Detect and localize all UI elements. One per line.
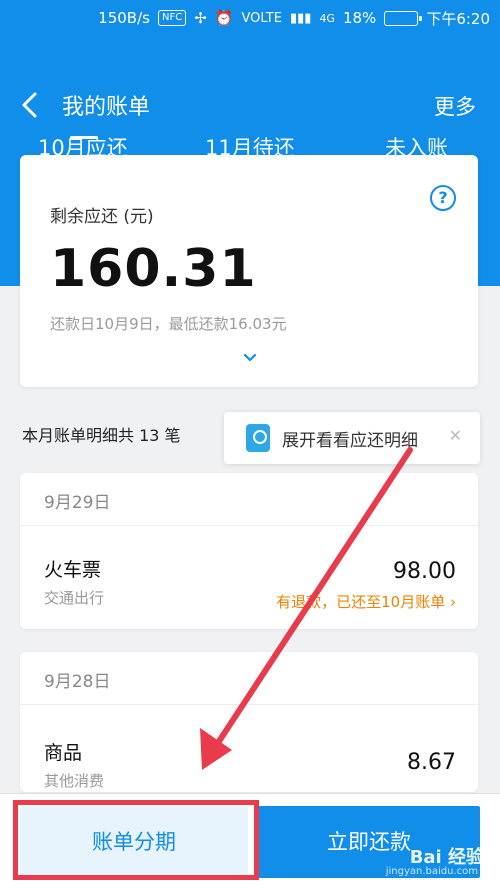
divider bbox=[20, 704, 478, 705]
vibrate-icon: ✢ bbox=[194, 9, 207, 27]
refund-note-link[interactable]: 有退款，已还至10月账单 › bbox=[276, 591, 456, 612]
group-date: 9月28日 bbox=[44, 672, 111, 692]
battery-percent: 18% bbox=[342, 9, 377, 27]
battery-icon bbox=[384, 10, 423, 26]
status-bar: 150B/s NFC ✢ ⏰ VOLTE ▮▮▮ 4G 18% 下午6:20 bbox=[0, 0, 500, 36]
network-type: 4G bbox=[319, 11, 335, 25]
highlight-box bbox=[13, 800, 259, 880]
bill-detail-count: 本月账单明细共 13 笔 bbox=[22, 426, 181, 445]
tooltip-text: 展开看看应还明细 bbox=[282, 431, 418, 451]
summary-card: ? 剩余应还 (元) 160.31 还款日10月9日，最低还款16.03元 bbox=[20, 155, 478, 387]
item-name[interactable]: 商品 bbox=[44, 738, 82, 765]
signal-icon: ▮▮▮ bbox=[289, 10, 312, 26]
network-speed: 150B/s bbox=[98, 9, 150, 27]
due-date-note: 还款日10月9日，最低还款16.03元 bbox=[50, 315, 287, 333]
expand-tooltip[interactable]: 展开看看应还明细 ✕ bbox=[224, 412, 480, 464]
back-icon[interactable] bbox=[20, 92, 38, 123]
nfc-icon: NFC bbox=[157, 10, 187, 26]
remaining-label: 剩余应还 (元) bbox=[50, 207, 154, 227]
bill-group: 9月28日 商品 其他消费 8.67 bbox=[20, 652, 478, 792]
clock: 下午6:20 bbox=[426, 9, 490, 28]
close-icon[interactable]: ✕ bbox=[449, 426, 462, 445]
page-title: 我的账单 bbox=[62, 95, 151, 120]
item-category: 交通出行 bbox=[44, 589, 105, 607]
watermark-url: jingyan.baidu.com bbox=[385, 866, 478, 877]
chevron-down-icon[interactable] bbox=[243, 351, 257, 367]
remaining-amount: 160.31 bbox=[50, 239, 257, 299]
alarm-icon: ⏰ bbox=[214, 9, 234, 27]
tab-indicator bbox=[70, 136, 98, 139]
bill-group: 9月29日 火车票 交通出行 98.00 有退款，已还至10月账单 › bbox=[20, 473, 478, 629]
bill-icon bbox=[246, 424, 270, 452]
item-name[interactable]: 火车票 bbox=[44, 555, 101, 582]
help-icon[interactable]: ? bbox=[430, 185, 456, 211]
group-date: 9月29日 bbox=[44, 493, 111, 513]
item-amount: 98.00 bbox=[393, 559, 456, 584]
more-button[interactable]: 更多 bbox=[434, 91, 476, 121]
divider bbox=[20, 525, 478, 526]
item-category: 其他消费 bbox=[44, 772, 105, 790]
volte-label: VOLTE bbox=[241, 10, 282, 26]
item-amount: 8.67 bbox=[407, 750, 456, 775]
